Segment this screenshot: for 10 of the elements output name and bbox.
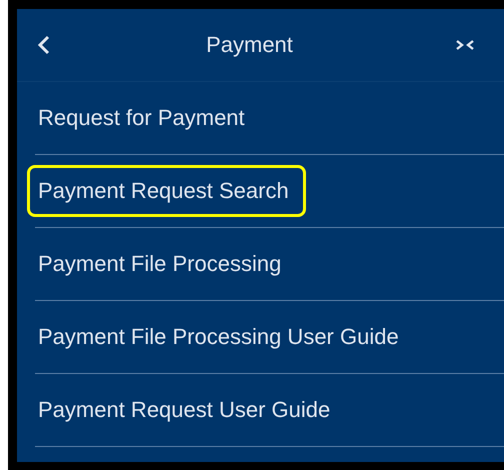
- collapse-arrows-icon: [456, 39, 474, 51]
- panel-title: Payment: [206, 32, 293, 58]
- back-button[interactable]: [37, 34, 51, 56]
- menu-item[interactable]: Payment Request Search: [27, 165, 306, 217]
- chevron-left-icon: [37, 34, 51, 56]
- menu-item[interactable]: Payment File Processing User Guide: [27, 311, 416, 363]
- menu-item[interactable]: Payment Request User Guide: [27, 384, 348, 436]
- menu-item[interactable]: Request for Payment: [27, 92, 262, 144]
- collapse-button[interactable]: [456, 39, 474, 51]
- menu-item[interactable]: Payment File Processing: [27, 238, 298, 290]
